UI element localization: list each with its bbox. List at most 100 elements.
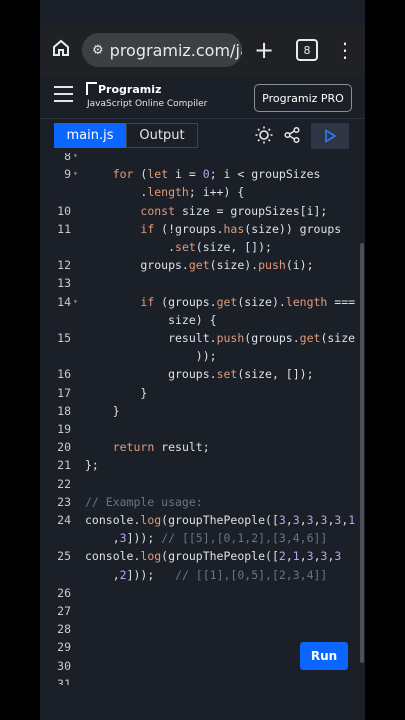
code-token: 3: [306, 549, 314, 564]
code-token: (groups.: [244, 331, 300, 345]
fold-arrow-icon[interactable]: ▾: [73, 165, 78, 183]
code-token: console.: [85, 549, 141, 564]
code-token: set: [175, 240, 196, 254]
code-token: length: [147, 185, 189, 200]
code-token: groups.: [85, 367, 217, 382]
code-token: (size: [320, 331, 356, 345]
code-token: ]));: [126, 531, 162, 546]
line-number: 23: [57, 494, 71, 509]
code-token: if: [140, 294, 155, 309]
code-text: result.push(groups.get(size: [85, 329, 355, 347]
tab-main-js[interactable]: main.js: [54, 123, 126, 148]
code-text: console.log(groupThePeople([2,1,3,3,3: [85, 547, 341, 565]
code-token: size) {: [85, 312, 217, 327]
fold-arrow-icon[interactable]: ▾: [73, 153, 78, 165]
line-number: 10: [57, 203, 71, 218]
code-text: }: [85, 384, 147, 402]
run-play-button[interactable]: [311, 123, 349, 149]
code-line: 9 ▾ for (let i = 0; i < groupSizes: [40, 165, 365, 183]
code-token: }: [85, 385, 148, 400]
code-token: const: [140, 203, 176, 218]
browser-toolbar: ⚙ programiz.com/javasc + 8 ⋮: [40, 24, 365, 76]
code-token: (size).: [237, 294, 286, 309]
code-text: .set(size, []);: [85, 238, 272, 256]
site-settings-icon[interactable]: ⚙: [92, 43, 104, 58]
code-token: (groups.: [154, 294, 217, 309]
code-text: groups.get(size).push(i);: [85, 256, 314, 274]
code-token: (groupThePeople([: [161, 549, 279, 564]
line-number: 19: [57, 422, 71, 436]
line-number: 25: [57, 549, 71, 564]
code-text: size) {: [85, 311, 217, 329]
menu-icon[interactable]: [54, 86, 73, 107]
code-line: 28: [40, 620, 365, 638]
code-token: 3: [306, 513, 314, 527]
phone-screen: ⚙ programiz.com/javasc + 8 ⋮ Programiz J…: [40, 0, 365, 720]
code-token: (i);: [285, 258, 314, 273]
code-line: 24 console.log(groupThePeople([3,3,3,3,3,…: [40, 511, 365, 529]
programiz-pro-button[interactable]: Programiz PRO: [254, 84, 352, 112]
code-text: ,3])); // [[5],[0,1,2],[3,4,6]]: [85, 529, 328, 547]
line-number: 16: [57, 367, 71, 382]
code-line: 12 groups.get(size).push(i);: [40, 256, 365, 274]
line-number: 12: [57, 258, 71, 273]
line-number: 15: [57, 331, 71, 345]
share-icon[interactable]: [283, 126, 301, 148]
code-token: (size)) groups: [244, 221, 342, 236]
code-token: 3: [334, 549, 342, 564]
tab-output[interactable]: Output: [126, 123, 198, 148]
code-token: has: [223, 221, 245, 236]
code-token: // Example usage:: [85, 494, 203, 509]
home-icon[interactable]: [42, 38, 80, 63]
line-number: 18: [57, 403, 71, 418]
line-number: 21: [57, 458, 71, 473]
programiz-logo[interactable]: Programiz: [86, 82, 161, 96]
code-token: get: [216, 294, 238, 309]
code-token: result;: [154, 440, 210, 455]
code-token: 2: [278, 549, 286, 564]
code-line: size) {: [40, 311, 365, 329]
code-token: ,: [85, 531, 120, 546]
code-line: 21};: [40, 456, 365, 474]
code-token: // [[5],[0,1,2],[3,4,6]]: [161, 531, 328, 546]
run-button[interactable]: Run: [300, 642, 348, 670]
code-line: 25 console.log(groupThePeople([2,1,3,3,3: [40, 547, 365, 565]
tab-switcher-icon[interactable]: 8: [296, 39, 318, 61]
code-line: 27: [40, 602, 365, 620]
code-line: 23 // Example usage:: [40, 493, 365, 511]
new-tab-icon[interactable]: +: [244, 36, 284, 64]
code-text: const size = groupSizes[i];: [85, 202, 327, 220]
code-token: (size, []);: [237, 367, 314, 382]
code-line: 16 groups.set(size, []);: [40, 365, 365, 383]
editor-toolbar: main.js Output: [40, 119, 365, 153]
code-line: .set(size, []);: [40, 238, 365, 256]
address-bar[interactable]: ⚙ programiz.com/javasc: [82, 33, 242, 67]
code-token: 3: [278, 513, 286, 527]
code-line: 26: [40, 584, 365, 602]
code-text: }: [85, 402, 120, 420]
code-token: ,: [285, 513, 293, 527]
code-line: 10 const size = groupSizes[i];: [40, 202, 365, 220]
line-number: 26: [57, 585, 71, 600]
theme-toggle-icon[interactable]: [255, 126, 273, 148]
code-token: };: [85, 458, 99, 473]
code-line: ));: [40, 347, 365, 365]
code-token: ]));: [126, 567, 176, 582]
code-line: 15 result.push(groups.get(size: [40, 329, 365, 347]
code-line: ,3])); // [[5],[0,1,2],[3,4,6]]: [40, 529, 365, 547]
code-token: 3: [292, 513, 300, 527]
fold-arrow-icon[interactable]: ▾: [73, 293, 78, 311]
code-token: groups.: [85, 258, 189, 273]
code-token: ,: [85, 567, 120, 582]
code-token: .: [85, 185, 148, 200]
code-line: ,2])); // [[1],[0,5],[2,3,4]]: [40, 566, 365, 584]
page-subtitle: JavaScript Online Compiler: [87, 99, 208, 109]
code-token: get: [188, 258, 210, 273]
code-token: push: [258, 258, 286, 273]
more-menu-icon[interactable]: ⋮: [330, 38, 360, 62]
code-editor[interactable]: 8 ▾ 9 ▾ for (let i = 0; i < groupSizes .len…: [40, 153, 365, 685]
code-token: ,: [285, 549, 293, 564]
